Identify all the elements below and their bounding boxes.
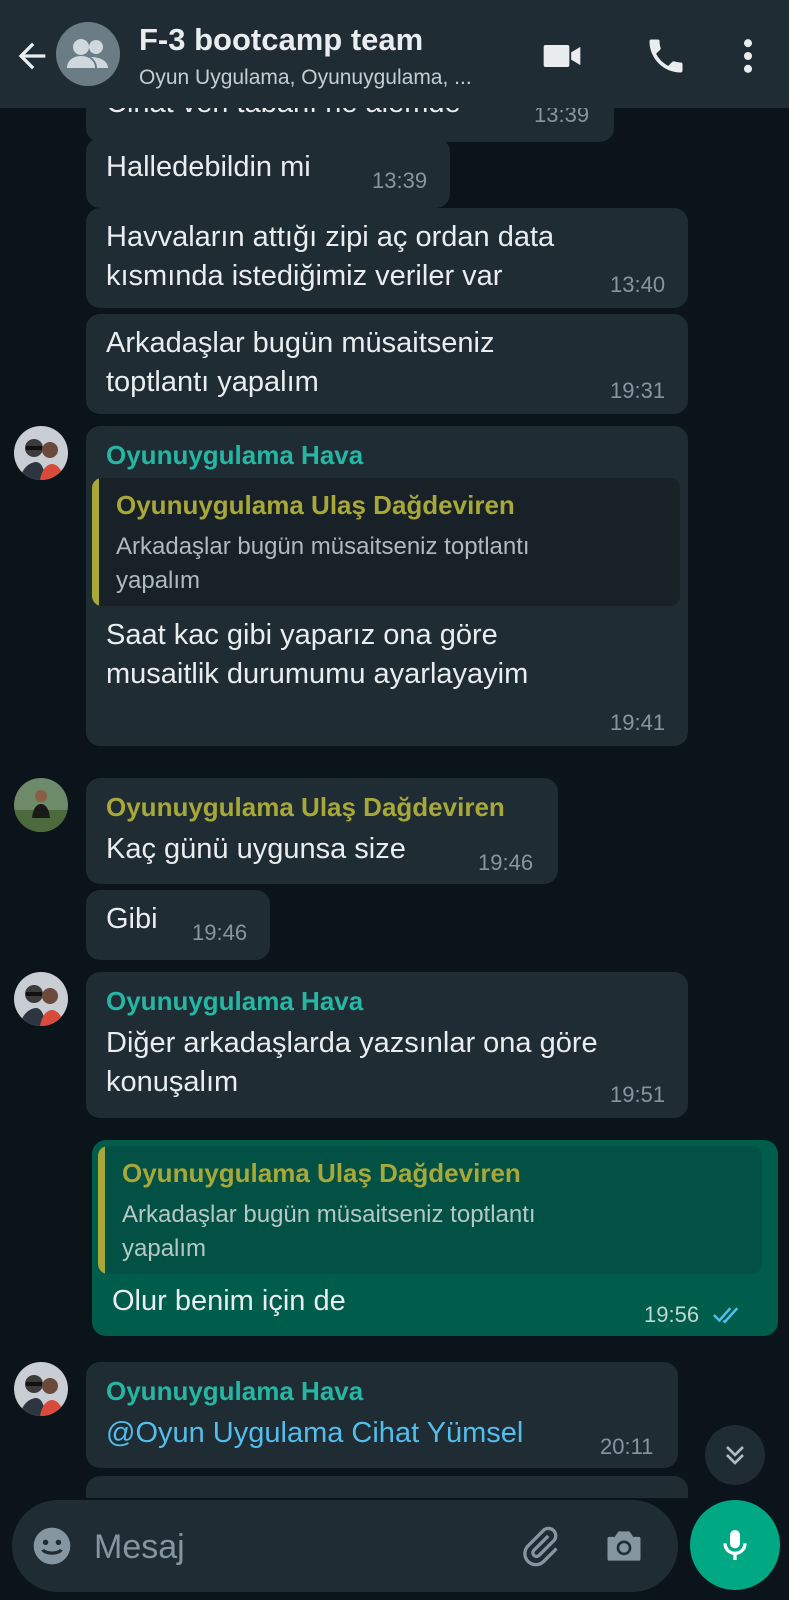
message-bubble[interactable]: Gibi 19:46 [86,890,270,960]
voice-call-icon[interactable] [644,34,688,78]
chevron-double-down-icon [726,1446,744,1465]
video-call-icon[interactable] [540,34,584,78]
sender-name[interactable]: Oyunuygulama Hava [106,440,363,471]
message-text: Halledebildin mi [106,151,311,183]
message-bubble[interactable]: Oyunuygulama Hava Diğer arkadaşlarda yaz… [86,972,688,1118]
quote-sender: Oyunuygulama Ulaş Dağdeviren [116,490,515,520]
message-bubble[interactable]: Cihat veri tabanı ne alemde 13:39 [86,108,614,142]
message-text: Gibi [106,903,158,935]
scroll-down-button[interactable] [705,1425,765,1485]
sender-name[interactable]: Oyunuygulama Hava [106,1376,363,1407]
attach-icon[interactable] [518,1524,562,1568]
message-text: Olur benim için de [112,1285,346,1317]
double-check-read-icon [712,1307,739,1324]
avatar[interactable] [14,1362,68,1416]
message-time: 13:40 [610,272,666,297]
quote-text: Arkadaşlar bugün müsaitseniz toptlantı y… [116,533,530,594]
message-bubble[interactable]: Oyunuygulama Hava Oyunuygulama Ulaş Dağd… [86,426,688,746]
sender-name[interactable]: Oyunuygulama Ulaş Dağdeviren [106,792,505,823]
chat-area[interactable]: Cihat veri tabanı ne alemde 13:39 Halled… [0,108,789,1498]
quoted-message[interactable]: Oyunuygulama Ulaş Dağdeviren Arkadaşlar … [92,478,680,606]
message-text: Kaç günü uygunsa size [106,833,406,865]
chat-subtitle[interactable]: Oyun Uygulama, Oyunuygulama, ... [139,66,472,90]
message-bubble[interactable]: Oyunuygulama Ulaş Dağdeviren Kaç günü uy… [86,778,558,884]
message-time: 19:46 [478,850,534,875]
message-input[interactable] [92,1524,496,1570]
message-time: 13:39 [534,108,590,127]
message-bubble[interactable] [86,1476,688,1498]
chat-header: F-3 bootcamp team Oyun Uygulama, Oyunuyg… [0,0,789,108]
back-arrow-icon[interactable] [12,36,52,76]
message-bubble[interactable]: Oyunuygulama Hava @Oyun Uygulama Cihat Y… [86,1362,678,1468]
avatar[interactable] [14,426,68,480]
message-time: 13:39 [372,168,428,193]
quote-text: Arkadaşlar bugün müsaitseniz toptlantı y… [122,1201,536,1262]
quote-bar [92,478,99,606]
avatar[interactable] [14,778,68,832]
message-composer [12,1500,678,1592]
emoji-icon[interactable] [30,1524,74,1568]
outgoing-message-bubble[interactable]: Oyunuygulama Ulaş Dağdeviren Arkadaşlar … [92,1140,778,1336]
message-text: Cihat veri tabanı ne alemde [106,108,461,123]
avatar[interactable] [14,972,68,1026]
quoted-message[interactable]: Oyunuygulama Ulaş Dağdeviren Arkadaşlar … [98,1146,762,1274]
quote-bar [98,1146,105,1274]
mention-link[interactable]: @Oyun Uygulama Cihat Yümsel [106,1414,523,1453]
message-bubble[interactable]: Havvaların attığı zipi aç ordan data kıs… [86,208,688,308]
more-options-icon[interactable] [726,34,770,78]
chat-title[interactable]: F-3 bootcamp team [139,22,423,58]
message-time: 19:56 [644,1302,700,1327]
message-bubble[interactable]: Halledebildin mi 13:39 [86,138,450,208]
message-text: Diğer arkadaşlarda yazsınlar ona göre ko… [106,1027,598,1098]
message-time: 19:46 [192,920,248,945]
message-time: 20:11 [600,1434,654,1459]
message-time: 19:41 [610,710,666,735]
mic-icon [723,1530,747,1560]
quote-sender: Oyunuygulama Ulaş Dağdeviren [122,1158,521,1188]
message-text: Havvaların attığı zipi aç ordan data kıs… [106,221,555,292]
message-time: 19:51 [610,1082,666,1107]
message-bubble[interactable]: Arkadaşlar bugün müsaitseniz toptlantı y… [86,314,688,414]
voice-message-button[interactable] [690,1500,780,1590]
group-avatar-icon[interactable] [56,22,120,86]
message-time: 19:31 [610,378,666,403]
camera-icon[interactable] [602,1524,646,1568]
message-text: Arkadaşlar bugün müsaitseniz toptlantı y… [106,327,495,398]
sender-name[interactable]: Oyunuygulama Hava [106,986,363,1017]
message-text: Saat kac gibi yaparız ona göre musaitlik… [106,619,529,690]
